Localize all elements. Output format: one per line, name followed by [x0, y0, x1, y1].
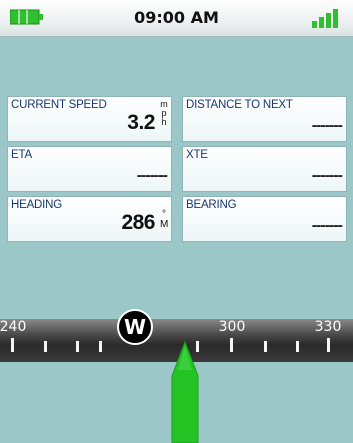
compass-label-240: 240 [0, 319, 27, 335]
current-speed-label: CURRENT SPEED [11, 99, 107, 111]
current-speed-field[interactable]: CURRENT SPEED 3.2 m p h [7, 96, 172, 142]
xte-label: XTE [186, 149, 208, 161]
speed-unit: m p h [160, 99, 168, 127]
heading-pointer-icon [171, 340, 199, 443]
current-speed-value: 3.2 [127, 111, 155, 134]
bearing-value: ------- [311, 217, 343, 234]
compass-tick [11, 338, 14, 352]
heading-value: 286 [121, 211, 155, 234]
xte-field[interactable]: XTE ------- [182, 146, 347, 192]
distance-to-next-label: DISTANCE TO NEXT [186, 99, 293, 111]
compass-tick [230, 338, 233, 352]
xte-value: ------- [311, 167, 343, 184]
compass-west-badge: W [117, 309, 153, 345]
bearing-label: BEARING [186, 199, 237, 211]
compass-tick [327, 338, 330, 352]
compass-tick [76, 341, 79, 352]
compass-label-330: 330 [314, 319, 342, 335]
heading-label: HEADING [11, 199, 62, 211]
eta-value: ------- [136, 167, 168, 184]
compass-tick [264, 341, 267, 352]
heading-field[interactable]: HEADING 286 ° M [7, 196, 172, 242]
clock-time: 09:00 AM [134, 8, 219, 27]
compass-label-300: 300 [218, 319, 246, 335]
compass-tick [99, 341, 102, 352]
distance-to-next-value: ------- [311, 117, 343, 134]
compass-tick [44, 341, 47, 352]
bearing-field[interactable]: BEARING ------- [182, 196, 347, 242]
heading-unit: ° M [160, 209, 169, 230]
status-bar: 09:00 AM [0, 0, 353, 37]
compass-tick [296, 341, 299, 352]
eta-label: ETA [11, 149, 32, 161]
eta-field[interactable]: ETA ------- [7, 146, 172, 192]
distance-to-next-field[interactable]: DISTANCE TO NEXT ------- [182, 96, 347, 142]
signal-strength-icon [312, 9, 338, 28]
